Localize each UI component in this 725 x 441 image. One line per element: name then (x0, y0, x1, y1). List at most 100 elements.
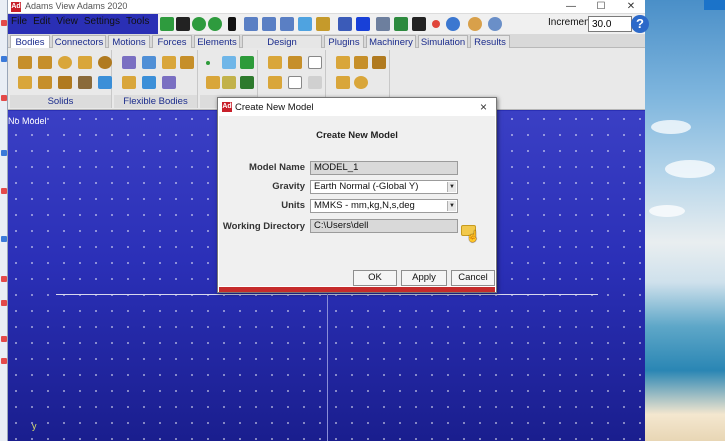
redo-icon[interactable] (208, 17, 222, 31)
union-icon[interactable] (268, 56, 282, 69)
polyline-icon[interactable] (240, 56, 254, 69)
ribbon-group-label: Solids (10, 95, 111, 108)
menu-settings[interactable]: Settings (81, 15, 123, 29)
units-select[interactable]: MMKS - mm,kg,N,s,deg ▼ (310, 199, 458, 213)
ribbon-group-flexible-bodies: Flexible Bodies (114, 50, 198, 108)
menu-file[interactable]: File (8, 15, 30, 29)
select-cursor-icon[interactable] (228, 17, 236, 31)
flex-body-icon[interactable] (122, 56, 136, 69)
help-icon[interactable]: ? (631, 15, 649, 33)
cloud (649, 205, 685, 217)
app-logo-icon: Ad (222, 102, 232, 112)
gravity-label: Gravity (272, 181, 305, 192)
tab-forces[interactable]: Forces (152, 35, 192, 48)
revolution-icon[interactable] (78, 76, 92, 89)
arc-icon[interactable] (206, 76, 220, 89)
chevron-down-icon: ▼ (447, 201, 456, 211)
viewflex-icon[interactable] (142, 56, 156, 69)
tab-bodies[interactable]: Bodies (10, 35, 50, 48)
fillet-icon[interactable] (372, 56, 386, 69)
apply-button[interactable]: Apply (401, 270, 447, 286)
app-logo-icon: Ad (11, 2, 21, 12)
desktop-icon[interactable] (704, 0, 725, 10)
view-right-icon[interactable] (280, 17, 294, 31)
ribbon-group-label: Flexible Bodies (114, 95, 197, 108)
pan-hand-icon[interactable] (468, 17, 482, 31)
tab-machinery[interactable]: Machinery (366, 35, 416, 48)
menu-edit[interactable]: Edit (30, 15, 53, 29)
minimize-button[interactable]: — (556, 0, 586, 14)
view-front-icon[interactable] (244, 17, 258, 31)
new-icon[interactable] (160, 17, 174, 31)
sphere-icon[interactable] (58, 56, 72, 69)
window-title: Adams View Adams 2020 (25, 1, 128, 11)
hole-icon[interactable] (336, 76, 350, 89)
close-icon[interactable]: × (480, 100, 487, 114)
marker-icon[interactable] (222, 56, 236, 69)
menu-tools[interactable]: Tools (123, 15, 152, 29)
rotate-icon[interactable] (446, 17, 460, 31)
box-icon[interactable] (18, 56, 32, 69)
ok-button[interactable]: OK (353, 270, 397, 286)
merge-icon[interactable] (288, 56, 302, 69)
undo-icon[interactable] (192, 17, 206, 31)
tab-connectors[interactable]: Connectors (52, 35, 106, 48)
cancel-button[interactable]: Cancel (451, 270, 495, 286)
background-window-edge (0, 0, 8, 441)
info-icon[interactable] (376, 17, 390, 31)
discrete-flex-icon[interactable] (162, 56, 176, 69)
chain-icon[interactable] (308, 76, 322, 89)
zoom-icon[interactable] (488, 17, 502, 31)
record-icon[interactable] (432, 20, 440, 28)
axis-triad-y: y (32, 421, 37, 431)
hollow-icon[interactable] (336, 56, 350, 69)
torus-icon[interactable] (98, 56, 112, 69)
axis-triad-icon[interactable] (316, 17, 330, 31)
ribbon-group-solids: Solids (10, 50, 112, 108)
plane-icon[interactable] (98, 76, 112, 89)
boss-icon[interactable] (354, 76, 368, 89)
grid-icon[interactable] (394, 17, 408, 31)
plate-icon[interactable] (38, 76, 52, 89)
cut-icon[interactable] (268, 76, 282, 89)
view-top-icon[interactable] (262, 17, 276, 31)
chamfer-icon[interactable] (354, 56, 368, 69)
spline-icon[interactable] (222, 76, 236, 89)
cylinder-icon[interactable] (38, 56, 52, 69)
menu-view[interactable]: View (53, 15, 81, 29)
dialog-title: Create New Model (235, 102, 314, 113)
tab-elements[interactable]: Elements (194, 35, 240, 48)
zoom-fit-icon[interactable] (412, 17, 426, 31)
extrusion-icon[interactable] (58, 76, 72, 89)
frustum-icon[interactable] (78, 56, 92, 69)
render-wireframe-icon[interactable] (338, 17, 352, 31)
model-name-field[interactable]: MODEL_1 (310, 161, 458, 175)
cloud (651, 120, 691, 134)
ribbon-tabs: Bodies Connectors Motions Forces Element… (8, 34, 645, 61)
tab-design-exploration[interactable]: Design Exploration (242, 35, 322, 61)
flex-swap-icon[interactable] (142, 76, 156, 89)
save-icon[interactable] (176, 17, 190, 31)
view-iso-icon[interactable] (298, 17, 312, 31)
increment-input[interactable] (588, 16, 632, 32)
rigid-to-flex-icon[interactable] (122, 76, 136, 89)
model-name-label: Model Name (249, 162, 305, 173)
link-icon[interactable] (18, 76, 32, 89)
render-solid-icon[interactable] (356, 17, 370, 31)
working-directory-field[interactable]: C:\Users\dell (310, 219, 458, 233)
point-icon[interactable] (206, 61, 210, 65)
beam-icon[interactable] (180, 56, 194, 69)
split-icon[interactable] (288, 76, 302, 89)
triangle-icon[interactable] (240, 76, 254, 89)
mnf-icon[interactable] (162, 76, 176, 89)
tab-results[interactable]: Results (470, 35, 510, 48)
gravity-select[interactable]: Earth Normal (-Global Y) ▼ (310, 180, 458, 194)
maximize-button[interactable]: ☐ (586, 0, 616, 14)
tab-simulation[interactable]: Simulation (418, 35, 468, 48)
tab-motions[interactable]: Motions (108, 35, 150, 48)
dialog-titlebar: Ad Create New Model × (218, 98, 496, 116)
tab-plugins[interactable]: Plugins (324, 35, 364, 48)
close-button[interactable]: ✕ (616, 0, 646, 14)
intersect-icon[interactable] (308, 56, 322, 69)
window-titlebar: Ad Adams View Adams 2020 — ☐ ✕ (8, 0, 645, 14)
